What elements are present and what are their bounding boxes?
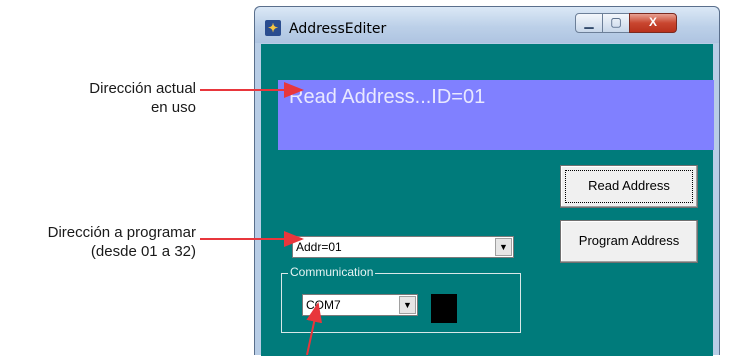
callout-current-address-line1: Dirección actual (89, 80, 196, 97)
maximize-button[interactable]: ▢ (602, 13, 630, 33)
address-select-value: Addr=01 (296, 240, 342, 254)
title-bar[interactable]: ✦ AddressEditer ▁ ▢ X (255, 7, 719, 43)
callout-program-address-line2: (desde 01 a 32) (90, 243, 196, 260)
app-icon: ✦ (265, 20, 281, 36)
address-display: Read Address...ID=01 (278, 80, 714, 150)
callout-current-address: Dirección actual en uso (0, 79, 196, 117)
app-window: ✦ AddressEditer ▁ ▢ X Read Address...ID=… (254, 6, 720, 356)
com-port-select[interactable]: COM7 ▼ (302, 294, 418, 316)
close-button[interactable]: X (629, 13, 677, 33)
read-address-button[interactable]: Read Address (560, 165, 698, 208)
com-port-value: COM7 (306, 298, 341, 312)
window-title: AddressEditer (289, 21, 387, 37)
callout-current-address-line2: en uso (150, 99, 196, 116)
client-area: Read Address...ID=01 Read Address Progra… (261, 44, 714, 356)
chevron-down-icon[interactable]: ▼ (399, 296, 416, 314)
chevron-down-icon[interactable]: ▼ (495, 238, 512, 256)
focus-rectangle (565, 170, 693, 203)
connection-status-indicator (431, 294, 457, 323)
minimize-button[interactable]: ▁ (575, 13, 603, 33)
callout-program-address: Dirección a programar (desde 01 a 32) (0, 223, 196, 261)
callout-program-address-line1: Dirección a programar (47, 224, 196, 241)
address-select[interactable]: Addr=01 ▼ (292, 236, 514, 258)
communication-group-label: Communication (288, 265, 376, 279)
program-address-label: Program Address (578, 233, 680, 248)
program-address-button[interactable]: Program Address (560, 220, 698, 263)
